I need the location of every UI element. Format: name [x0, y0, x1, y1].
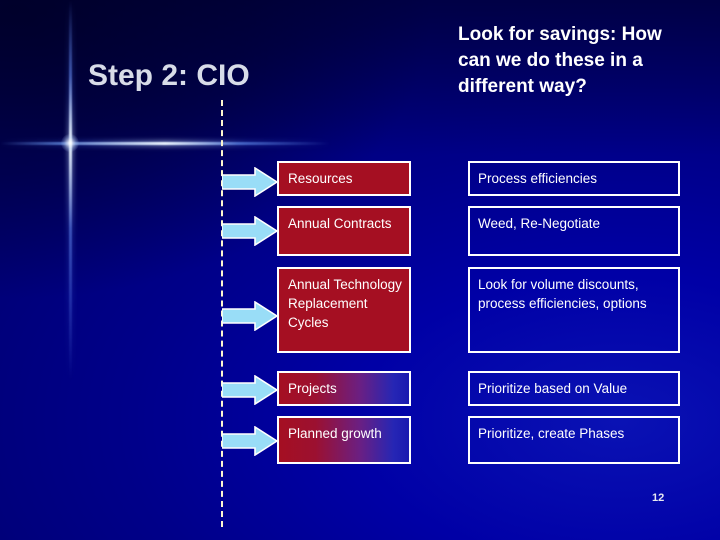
cost-item-cell: Resources	[277, 161, 411, 196]
cost-item-cell: Annual Technology Replacement Cycles	[277, 267, 411, 353]
page-number: 12	[652, 492, 665, 504]
right-arrow-icon	[222, 167, 278, 197]
savings-action-cell: Look for volume discounts, process effic…	[468, 267, 680, 353]
cost-item-cell: Annual Contracts	[277, 206, 411, 256]
savings-action-cell: Prioritize, create Phases	[468, 416, 680, 464]
right-arrow-icon	[222, 375, 278, 405]
savings-action-cell: Weed, Re-Negotiate	[468, 206, 680, 256]
right-arrow-icon	[222, 216, 278, 246]
cost-item-cell: Projects	[277, 371, 411, 406]
savings-action-cell: Prioritize based on Value	[468, 371, 680, 406]
rows-container: Resources Process efficiencies Annual Cont…	[0, 0, 720, 540]
slide-canvas: Step 2: CIO Look for savings: How can we…	[0, 0, 720, 540]
right-arrow-icon	[222, 426, 278, 456]
cost-item-cell: Planned growth	[277, 416, 411, 464]
right-arrow-icon	[222, 301, 278, 331]
savings-action-cell: Process efficiencies	[468, 161, 680, 196]
